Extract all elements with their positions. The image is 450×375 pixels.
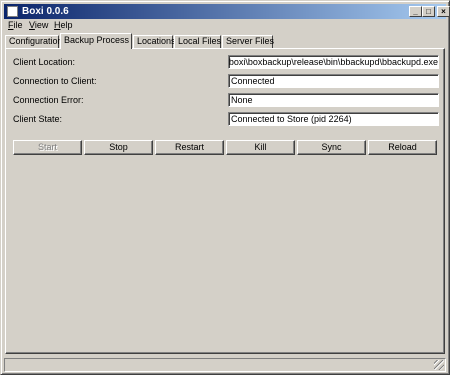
menu-view[interactable]: View (29, 19, 48, 31)
tab-configuration[interactable]: Configuration (5, 35, 63, 48)
menu-help[interactable]: Help (54, 19, 73, 31)
menu-help-label: elp (60, 20, 73, 30)
maximize-button[interactable]: □ (422, 6, 435, 17)
status-bar (4, 358, 446, 372)
menu-view-label: iew (34, 20, 49, 30)
sync-button[interactable]: Sync (297, 140, 366, 155)
connection-to-client-field[interactable]: Connected (228, 74, 439, 88)
connection-error-label: Connection Error: (13, 95, 84, 105)
kill-button[interactable]: Kill (226, 140, 295, 155)
menu-file[interactable]: File (8, 19, 23, 31)
menu-file-label: ile (13, 20, 23, 30)
app-window: Boxi 0.0.6 _ □ × File View Help Configur… (0, 0, 450, 375)
stop-button[interactable]: Stop (84, 140, 153, 155)
resize-grip-icon[interactable] (434, 360, 444, 370)
tab-backup-process[interactable]: Backup Process (60, 33, 132, 49)
minimize-button[interactable]: _ (409, 6, 422, 17)
client-location-field[interactable]: on\boxi\boxbackup\release\bin\bbackupd\b… (228, 55, 439, 69)
restart-button[interactable]: Restart (155, 140, 224, 155)
connection-to-client-label: Connection to Client: (13, 76, 97, 86)
window-title: Boxi 0.0.6 (22, 6, 69, 17)
tab-local-files[interactable]: Local Files (174, 35, 221, 48)
menu-bar: File View Help (4, 19, 446, 31)
title-bar[interactable]: Boxi 0.0.6 _ □ × (4, 4, 450, 19)
reload-button[interactable]: Reload (368, 140, 437, 155)
client-location-label: Client Location: (13, 57, 76, 67)
app-icon (7, 6, 18, 17)
client-state-field[interactable]: Connected to Store (pid 2264) (228, 112, 439, 126)
client-state-label: Client State: (13, 114, 63, 124)
connection-error-field[interactable]: None (228, 93, 439, 107)
close-button[interactable]: × (437, 6, 450, 17)
tab-locations[interactable]: Locations (133, 35, 176, 48)
start-button[interactable]: Start (13, 140, 82, 155)
tab-server-files[interactable]: Server Files (222, 35, 274, 48)
client-location-value: on\boxi\boxbackup\release\bin\bbackupd\b… (228, 57, 438, 67)
